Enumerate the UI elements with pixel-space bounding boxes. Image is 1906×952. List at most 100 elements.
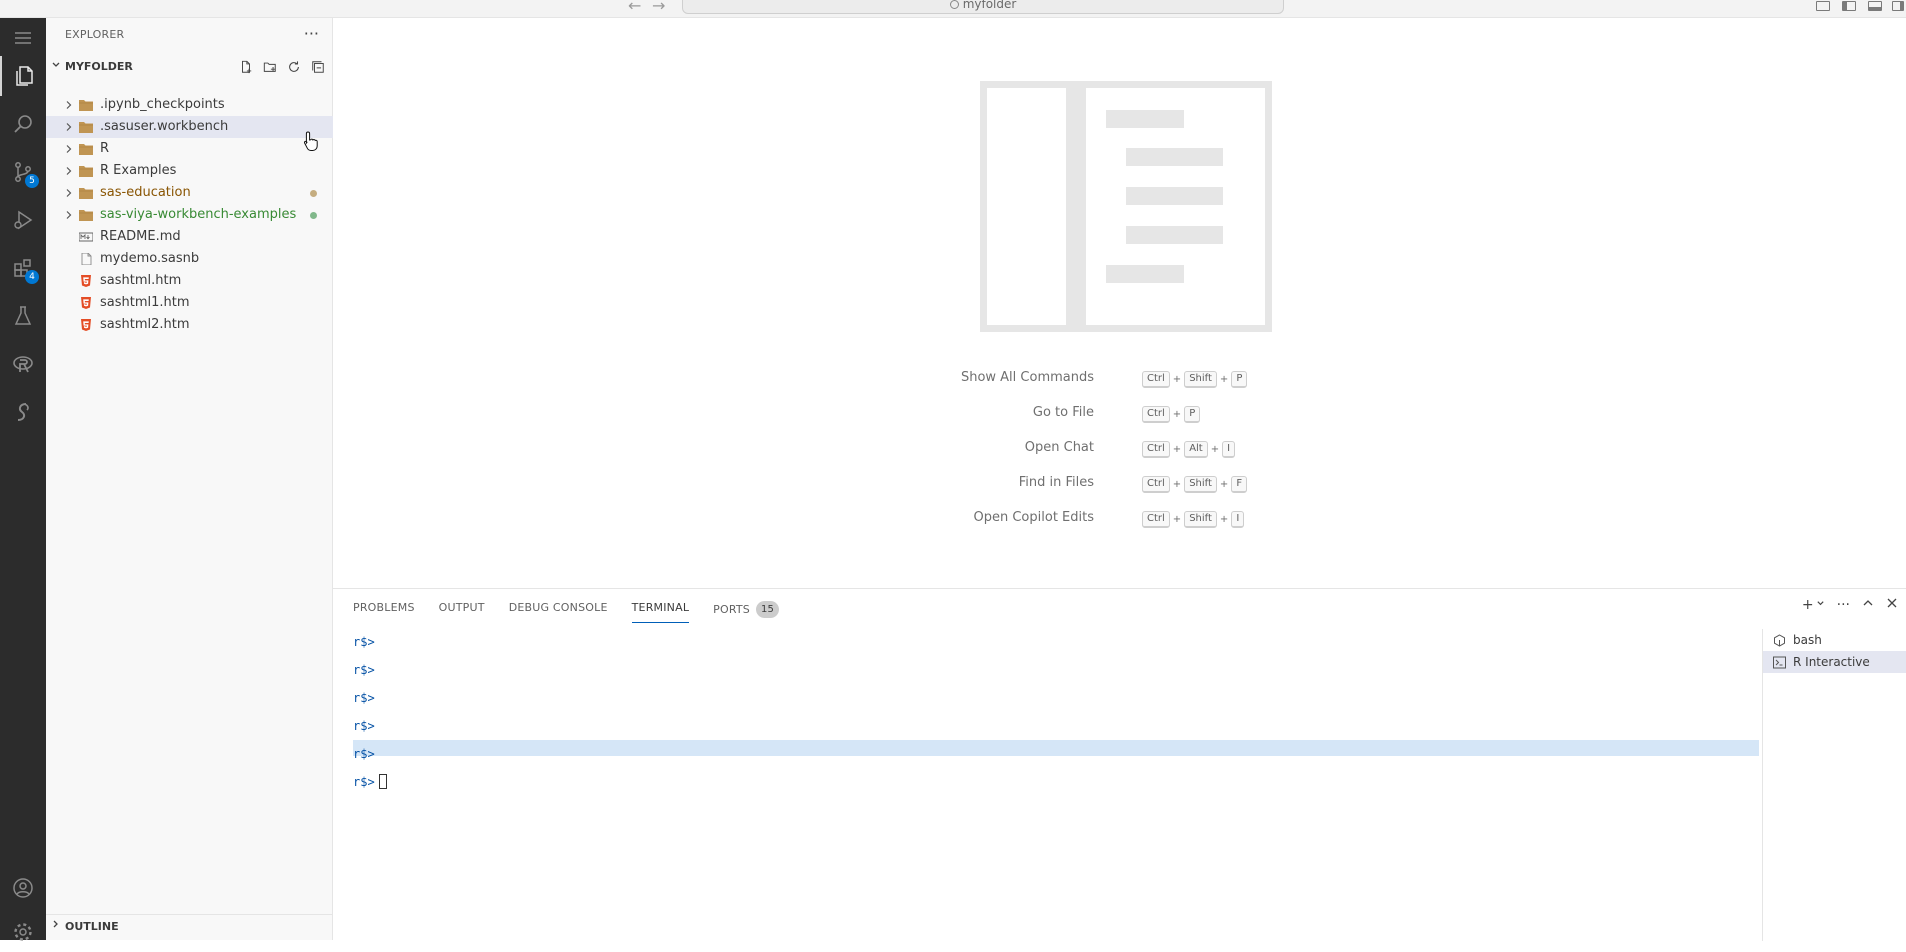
folder-icon [79,143,93,155]
explorer-icon[interactable] [0,56,46,96]
shortcut-label: Show All Commands [960,370,1094,385]
terminal-prompt-line: r$> [353,634,375,650]
back-arrow-icon[interactable]: ← [628,0,641,15]
search-icon [949,0,959,9]
welcome-shortcuts: Show All Commands Ctrl + Shift + P Go to File C… [333,370,1906,545]
key-separator: + [1172,374,1182,385]
toggle-panel-icon[interactable] [1868,1,1882,11]
search-icon[interactable] [0,104,46,144]
chevron-right-icon [64,165,74,177]
settings-gear-icon[interactable] [0,912,46,952]
chevron-right-icon [51,919,61,932]
key-separator: + [1210,444,1220,455]
new-terminal-icon[interactable]: + [1802,597,1814,613]
tree-item[interactable]: .sasuser.workbench [46,116,333,138]
outline-title: OUTLINE [65,920,119,933]
html-file-icon [79,319,93,331]
terminal-list-item[interactable]: R Interactive [1763,651,1906,673]
tree-item-label: sas-education [100,185,191,200]
tree-item[interactable]: sashtml2.htm [46,314,333,336]
tree-item[interactable]: R Examples [46,160,333,182]
markdown-file-icon [78,231,94,243]
chevron-right-icon [64,99,74,111]
tab-output[interactable]: OUTPUT [439,601,485,623]
terminal-prompt-line: r$> [353,718,375,734]
html-file-icon [79,275,93,287]
shortcut-label: Find in Files [1018,475,1094,490]
folder-icon [79,209,93,221]
outline-section-header[interactable]: OUTLINE [46,914,333,936]
workspace-folder-header[interactable]: MYFOLDER [46,56,333,78]
sas-icon[interactable] [0,392,46,432]
panel-more-actions-icon[interactable]: ··· [1837,597,1850,613]
r-language-icon[interactable] [0,344,46,384]
key-separator: + [1172,444,1182,455]
chevron-right-icon [64,187,74,199]
terminal-list-item[interactable]: bash [1763,629,1906,651]
folder-icon [79,121,93,133]
run-debug-icon[interactable] [0,200,46,240]
chevron-down-icon [51,60,61,73]
tree-item[interactable]: .ipynb_checkpoints [46,94,333,116]
new-folder-icon[interactable] [261,59,279,75]
tree-item[interactable]: README.md [46,226,333,248]
shortcut-row[interactable]: Open Chat Ctrl + Alt + I [333,440,1906,475]
key-separator: + [1172,409,1182,420]
refresh-icon[interactable] [285,59,303,75]
terminal-prompt: r$> [353,663,375,677]
tab-ports[interactable]: PORTS 15 [713,601,780,623]
toggle-primary-sidebar-icon[interactable] [1842,1,1856,11]
source-control-icon[interactable]: 5 [0,152,46,192]
tree-item[interactable]: sashtml.htm [46,270,333,292]
terminal-dropdown-icon[interactable] [1816,599,1825,611]
shortcut-row[interactable]: Open Copilot Edits Ctrl + Shift + I [333,510,1906,545]
bottom-panel: PROBLEMS OUTPUT DEBUG CONSOLE TERMINAL P… [333,588,1906,941]
keycap: I [1231,511,1245,528]
chevron-right-icon [64,121,74,133]
tree-item-label: sashtml1.htm [100,295,190,310]
keycap: Shift [1184,476,1217,493]
terminal-prompt: r$> [353,747,375,761]
menu-icon[interactable] [0,18,46,58]
tree-item[interactable]: mydemo.sasnb [46,248,333,270]
file-tree: .ipynb_checkpoints .sasuser.workbench R R E… [46,94,333,336]
new-file-icon[interactable] [237,59,255,75]
tree-item-label: .ipynb_checkpoints [100,97,225,112]
command-center-search[interactable]: myfolder [682,0,1284,14]
tree-item[interactable]: sashtml1.htm [46,292,333,314]
maximize-panel-icon[interactable] [1862,597,1874,613]
ports-count-badge: 15 [756,601,780,618]
terminal-name: bash [1793,633,1822,647]
workspace-folder-name: MYFOLDER [65,60,133,73]
tree-item[interactable]: sas-viya-workbench-examples [46,204,333,226]
terminal-prompt-line: r$> [353,690,375,706]
tab-debug-console[interactable]: DEBUG CONSOLE [509,601,608,623]
git-status-dot [310,212,317,219]
forward-arrow-icon[interactable]: → [652,0,665,15]
customize-layout-icon[interactable] [1816,1,1830,11]
shortcut-row[interactable]: Go to File Ctrl + P [333,405,1906,440]
title-bar: ← → myfolder [0,0,1906,18]
close-panel-icon[interactable] [1886,597,1898,613]
tab-terminal[interactable]: TERMINAL [631,601,690,623]
more-actions-icon[interactable]: ··· [304,24,319,43]
tree-item[interactable]: sas-education [46,182,333,204]
key-separator: + [1219,374,1229,385]
testing-flask-icon[interactable] [0,296,46,336]
tab-problems[interactable]: PROBLEMS [353,601,415,623]
toggle-secondary-sidebar-icon[interactable] [1892,1,1904,11]
keycap: Ctrl [1142,476,1170,493]
collapse-all-icon[interactable] [309,59,327,75]
shortcut-row[interactable]: Find in Files Ctrl + Shift + F [333,475,1906,510]
shortcut-label: Open Copilot Edits [973,510,1095,525]
accounts-icon[interactable] [0,868,46,908]
extensions-icon[interactable]: 4 [0,248,46,288]
hand-pointer-icon [303,131,318,151]
source-control-badge: 5 [25,174,39,188]
tree-item[interactable]: R [46,138,333,160]
terminal-output[interactable]: r$> r$> r$> r$> r$> r$> [333,629,1760,941]
shortcut-row[interactable]: Show All Commands Ctrl + Shift + P [333,370,1906,405]
terminal-cursor [378,774,387,789]
explorer-header: EXPLORER ··· [46,24,333,46]
keycap: Alt [1184,441,1208,458]
